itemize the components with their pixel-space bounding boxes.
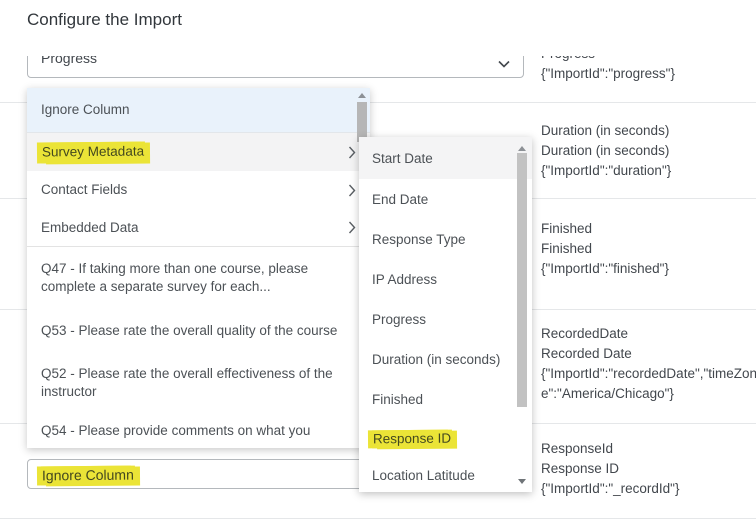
field-import-json: {"ImportId":"duration"}	[541, 163, 672, 178]
row-separator	[0, 518, 756, 519]
submenu-item-progress[interactable]: Progress	[359, 299, 532, 339]
highlight-annotation: Ignore Column	[40, 465, 135, 486]
submenu-item-ip-address[interactable]: IP Address	[359, 259, 532, 299]
field-header: ResponseId	[541, 441, 614, 456]
highlight-annotation: Survey Metadata	[40, 141, 146, 163]
field-label: Finished	[541, 241, 593, 256]
submenu-item-label: Start Date	[372, 150, 433, 166]
submenu-scrollbar[interactable]	[517, 137, 527, 492]
field-description-duration: Duration (in seconds) Duration (in secon…	[541, 121, 756, 181]
field-header: Duration (in seconds)	[541, 123, 670, 138]
menu-item-label: Q54 - Please provide comments on what yo…	[41, 423, 311, 438]
chevron-down-icon	[498, 60, 510, 68]
scroll-up-icon[interactable]	[518, 146, 526, 151]
chevron-right-icon	[348, 146, 356, 158]
menu-item-label: Q52 - Please rate the overall effectiven…	[41, 366, 333, 399]
field-import-json: {"ImportId":"_recordId"}	[541, 481, 680, 496]
submenu-item-label: Response Type	[372, 231, 466, 247]
chevron-right-icon	[348, 184, 356, 196]
menu-item-label: Contact Fields	[41, 182, 128, 197]
menu-item-q47[interactable]: Q47 - If taking more than one course, pl…	[27, 247, 370, 309]
field-header: Finished	[541, 221, 593, 236]
survey-metadata-submenu: Start Date End Date Response Type IP Add…	[359, 137, 532, 492]
menu-item-label: Survey Metadata	[40, 141, 348, 163]
submenu-item-label: Duration (in seconds)	[372, 351, 501, 367]
submenu-item-start-date[interactable]: Start Date	[359, 137, 532, 179]
menu-item-q54[interactable]: Q54 - Please provide comments on what yo…	[27, 414, 370, 448]
submenu-item-label: IP Address	[372, 271, 438, 287]
submenu-item-location-latitude[interactable]: Location Latitude	[359, 459, 532, 492]
field-label: Response ID	[541, 461, 620, 476]
menu-item-label: Q53 - Please rate the overall quality of…	[41, 322, 338, 338]
menu-item-label: Embedded Data	[41, 219, 139, 235]
submenu-item-label: End Date	[372, 191, 429, 207]
configure-import-dialog: Progress {"ImportId":"progress"} Duratio…	[0, 0, 756, 526]
field-description-finished: Finished Finished {"ImportId":"finished"…	[541, 219, 756, 279]
field-description-recorded-date: RecordedDate Recorded Date {"ImportId":"…	[541, 324, 756, 404]
field-import-json: {"ImportId":"finished"}	[541, 261, 669, 276]
menu-item-label: Q47 - If taking more than one course, pl…	[41, 261, 309, 294]
menu-item-q52[interactable]: Q52 - Please rate the overall effectiven…	[27, 352, 370, 414]
field-import-json: {"ImportId":"recordedDate","timeZone":"A…	[541, 366, 756, 401]
field-label: Duration (in seconds)	[541, 143, 670, 158]
menu-item-embedded-data[interactable]: Embedded Data	[27, 209, 370, 247]
page-title: Configure the Import	[27, 10, 182, 29]
menu-item-ignore-column[interactable]: Ignore Column	[27, 88, 370, 133]
field-description-response-id: ResponseId Response ID {"ImportId":"_rec…	[541, 439, 756, 499]
scrollbar-thumb[interactable]	[517, 153, 527, 407]
scroll-up-icon[interactable]	[358, 93, 366, 98]
submenu-item-duration[interactable]: Duration (in seconds)	[359, 339, 532, 379]
scroll-down-icon[interactable]	[518, 479, 526, 484]
highlight-annotation: Response ID	[371, 429, 453, 449]
field-header: RecordedDate	[541, 326, 629, 341]
menu-item-survey-metadata[interactable]: Survey Metadata	[27, 133, 370, 171]
submenu-item-finished[interactable]: Finished	[359, 379, 532, 419]
submenu-item-label: Progress	[372, 311, 427, 327]
field-import-json: {"ImportId":"progress"}	[541, 66, 675, 81]
select-value: Ignore Column	[40, 465, 135, 486]
scrollbar-thumb[interactable]	[357, 102, 367, 142]
chevron-right-icon	[348, 221, 356, 234]
menu-item-q53[interactable]: Q53 - Please rate the overall quality of…	[27, 309, 370, 352]
submenu-item-label: Location Latitude	[372, 468, 475, 483]
submenu-item-response-type[interactable]: Response Type	[359, 219, 532, 259]
submenu-item-label: Finished	[372, 391, 424, 407]
submenu-item-response-id[interactable]: Response ID	[359, 419, 532, 459]
submenu-item-label: Response ID	[371, 429, 453, 449]
menu-item-contact-fields[interactable]: Contact Fields	[27, 171, 370, 209]
field-label: Recorded Date	[541, 346, 632, 361]
submenu-item-end-date[interactable]: End Date	[359, 179, 532, 219]
menu-item-label: Ignore Column	[41, 102, 130, 117]
column-mapping-dropdown: Ignore Column Survey Metadata Contact Fi…	[27, 88, 370, 448]
